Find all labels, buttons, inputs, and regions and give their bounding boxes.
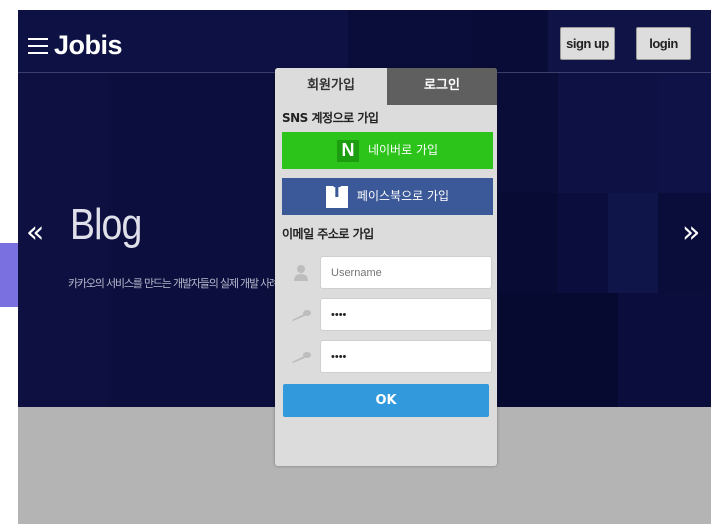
chevron-right-icon[interactable]: » bbox=[682, 218, 700, 248]
bg-tile bbox=[608, 193, 658, 293]
page-frame: Jobis sign up login « » Blog 카카오의 서비스를 만… bbox=[18, 10, 711, 524]
bg-tile bbox=[498, 193, 558, 293]
username-field-row bbox=[282, 256, 497, 289]
key-icon bbox=[282, 298, 320, 331]
bg-tile bbox=[658, 73, 711, 193]
bg-tile bbox=[558, 193, 608, 293]
login-button[interactable]: login bbox=[636, 27, 691, 60]
signup-modal: 회원가입 로그인 SNS 계정으로 가입 N 네이버로 가입 f 페이스북으로 … bbox=[275, 68, 497, 466]
user-icon bbox=[282, 256, 320, 289]
side-accent-block bbox=[0, 243, 18, 307]
facebook-signup-button[interactable]: f 페이스북으로 가입 bbox=[282, 177, 493, 215]
bg-tile bbox=[498, 73, 558, 193]
email-section-label: 이메일 주소로 가입 bbox=[282, 227, 374, 241]
brand[interactable]: Jobis bbox=[28, 30, 123, 61]
key-icon bbox=[282, 340, 320, 373]
menu-icon[interactable] bbox=[28, 37, 48, 54]
naver-logo: N bbox=[336, 139, 359, 162]
modal-tabs: 회원가입 로그인 bbox=[275, 68, 497, 105]
password-field-row bbox=[282, 298, 497, 331]
sns-section-label: SNS 계정으로 가입 bbox=[282, 111, 379, 125]
brand-name: Jobis bbox=[54, 30, 123, 60]
bg-tile bbox=[558, 73, 658, 193]
tab-login[interactable]: 로그인 bbox=[387, 68, 497, 105]
signup-button[interactable]: sign up bbox=[560, 27, 615, 60]
password-confirm-input[interactable] bbox=[320, 340, 492, 373]
bg-tile bbox=[618, 293, 711, 407]
hero-subtitle: 카카오의 서비스를 만드는 개발자들의 실제 개발 사례 bbox=[68, 277, 279, 290]
chevron-left-icon[interactable]: « bbox=[26, 218, 44, 248]
password-input[interactable] bbox=[320, 298, 492, 331]
bg-tile bbox=[498, 293, 618, 407]
tab-signup[interactable]: 회원가입 bbox=[275, 68, 387, 105]
ok-button[interactable]: OK bbox=[283, 384, 489, 417]
hero-title: Blog bbox=[70, 200, 142, 249]
facebook-signup-label: 페이스북으로 가입 bbox=[356, 189, 450, 203]
username-input[interactable] bbox=[320, 256, 492, 289]
password-confirm-field-row bbox=[282, 340, 497, 373]
naver-signup-label: 네이버로 가입 bbox=[367, 143, 439, 157]
facebook-logo: f bbox=[325, 177, 348, 208]
naver-signup-button[interactable]: N 네이버로 가입 bbox=[282, 132, 493, 169]
bg-tile bbox=[473, 10, 548, 72]
